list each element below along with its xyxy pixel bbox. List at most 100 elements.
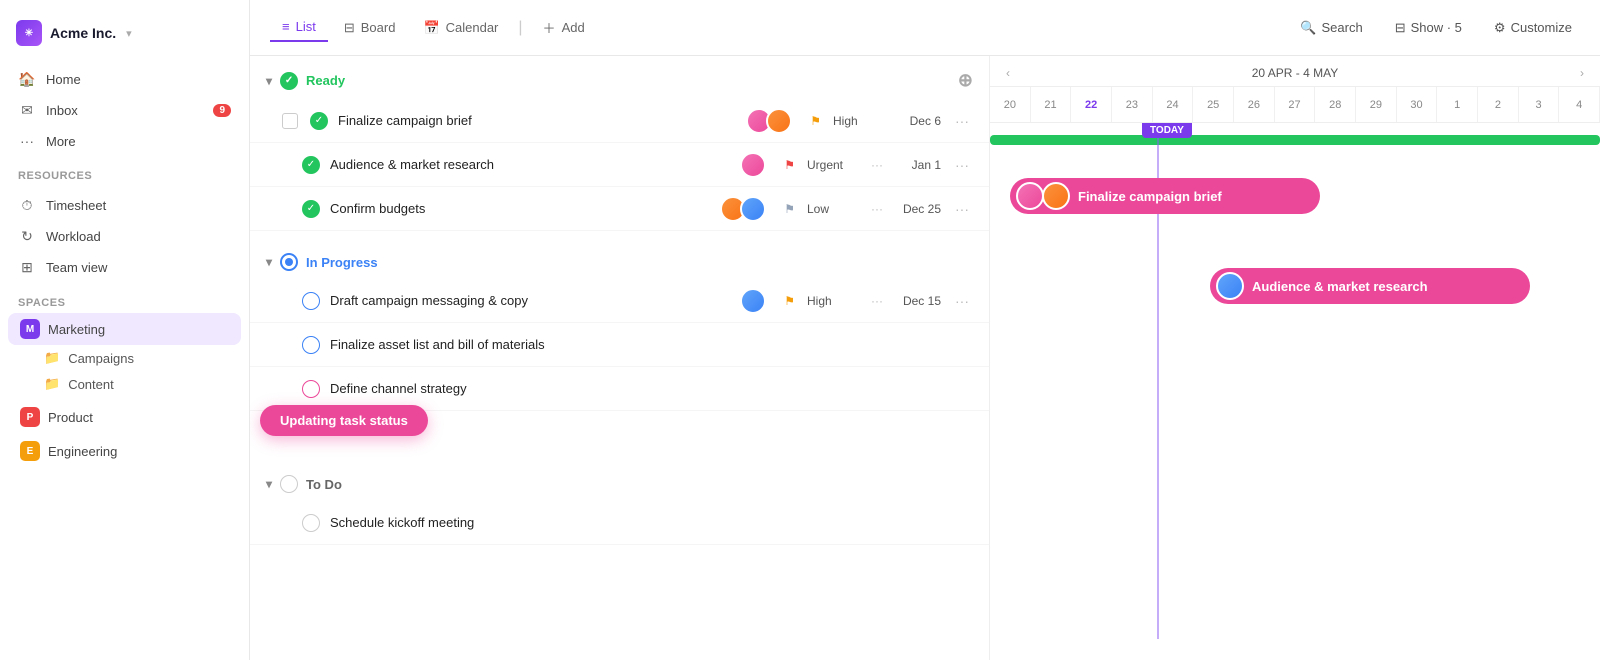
gantt-prev-icon[interactable]: ‹ [1006, 66, 1010, 80]
customize-label: Customize [1511, 20, 1572, 35]
task-status-inprog-4 [302, 292, 320, 310]
main-nav: 🏠 Home ✉ Inbox 9 ··· More [0, 60, 249, 160]
priority-flag-3: ⚑ [784, 202, 795, 216]
show-label: Show · 5 [1411, 20, 1462, 35]
show-icon: ⊟ [1395, 20, 1406, 36]
gantt-date-cell-23: 23 [1112, 87, 1153, 122]
task-menu-1[interactable]: ··· [951, 113, 973, 129]
team-view-icon: ⊞ [18, 259, 36, 276]
space-engineering[interactable]: E Engineering [8, 435, 241, 467]
main-content: ≡ List ⊟ Board 📅 Calendar | ＋ Add 🔍 Sear… [250, 0, 1600, 660]
space-product[interactable]: P Product [8, 401, 241, 433]
board-icon: ⊟ [344, 20, 355, 36]
resources-nav: ⏱ Timesheet ↻ Workload ⊞ Team view [0, 186, 249, 287]
priority-dots-2: ··· [871, 158, 883, 172]
calendar-icon: 📅 [423, 20, 439, 36]
task-name-6: Define channel strategy [330, 381, 973, 396]
avatar-2 [766, 108, 792, 134]
gantt-pill-1[interactable]: Finalize campaign brief [1010, 178, 1320, 214]
task-name-5: Finalize asset list and bill of material… [330, 337, 973, 352]
topbar: ≡ List ⊟ Board 📅 Calendar | ＋ Add 🔍 Sear… [250, 0, 1600, 56]
tab-board[interactable]: ⊟ Board [332, 14, 408, 42]
task-menu-2[interactable]: ··· [951, 157, 973, 173]
app-logo: ✳ [16, 20, 42, 46]
task-row: ✓ Confirm budgets ⚑ Low ··· Dec 25 ··· [250, 187, 989, 231]
gantt-pill-1-label: Finalize campaign brief [1078, 189, 1222, 204]
tab-add-label: Add [562, 20, 585, 35]
nav-inbox-label: Inbox [46, 103, 78, 118]
task-menu-3[interactable]: ··· [951, 201, 973, 217]
gantt-body: TODAY Finalize campaign brief Audience &… [990, 123, 1600, 639]
task-status-inprog-6[interactable] [302, 380, 320, 398]
task-date-1: Dec 6 [897, 114, 941, 128]
nav-timesheet-label: Timesheet [46, 198, 106, 213]
app-name: Acme Inc. [50, 25, 116, 41]
nav-more[interactable]: ··· More [8, 126, 241, 156]
group-ready-label: Ready [306, 73, 345, 88]
list-icon: ≡ [282, 19, 290, 34]
group-ready-add[interactable]: ⊕ [958, 70, 973, 91]
sidebar: ✳ Acme Inc. ▾ 🏠 Home ✉ Inbox 9 ··· More … [0, 0, 250, 660]
nav-team-view-label: Team view [46, 260, 107, 275]
group-ready-chevron[interactable]: ▾ [266, 74, 272, 88]
group-todo-chevron[interactable]: ▾ [266, 477, 272, 491]
task-row: ✓ Finalize campaign brief ⚑ High Dec 6 ·… [250, 99, 989, 143]
sub-campaigns[interactable]: 📁 Campaigns [8, 345, 241, 371]
nav-inbox[interactable]: ✉ Inbox 9 [8, 95, 241, 126]
task-status-inprog-5 [302, 336, 320, 354]
workload-icon: ↻ [18, 228, 36, 245]
search-icon: 🔍 [1300, 20, 1316, 36]
add-icon: ＋ [543, 18, 556, 37]
gantt-pill-2[interactable]: Audience & market research [1210, 268, 1530, 304]
priority-label-3: Low [807, 202, 861, 216]
task-checkbox-1[interactable] [282, 113, 298, 129]
priority-dots-4: ··· [871, 294, 883, 308]
tab-list[interactable]: ≡ List [270, 13, 328, 42]
task-row: Draft campaign messaging & copy ⚑ High ·… [250, 279, 989, 323]
show-button[interactable]: ⊟ Show · 5 [1387, 16, 1470, 40]
tab-add[interactable]: ＋ Add [531, 12, 597, 43]
gantt-pill-2-label: Audience & market research [1252, 279, 1428, 294]
sub-content[interactable]: 📁 Content [8, 371, 241, 397]
priority-flag-2: ⚑ [784, 158, 795, 172]
gantt-date-cell-1: 1 [1437, 87, 1478, 122]
gantt-date-cell-20: 20 [990, 87, 1031, 122]
nav-home[interactable]: 🏠 Home [8, 64, 241, 95]
gantt-date-cell-30: 30 [1397, 87, 1438, 122]
inbox-icon: ✉ [18, 102, 36, 119]
gantt-next-icon[interactable]: › [1580, 66, 1584, 80]
ready-status-icon: ✓ [280, 72, 298, 90]
nav-workload[interactable]: ↻ Workload [8, 221, 241, 252]
task-menu-4[interactable]: ··· [951, 293, 973, 309]
nav-timesheet[interactable]: ⏱ Timesheet [8, 190, 241, 221]
group-inprogress-chevron[interactable]: ▾ [266, 255, 272, 269]
space-engineering-icon: E [20, 441, 40, 461]
sub-campaigns-label: Campaigns [68, 351, 134, 366]
nav-team-view[interactable]: ⊞ Team view [8, 252, 241, 283]
search-button[interactable]: 🔍 Search [1292, 16, 1370, 40]
gantt-bar-green [990, 135, 1600, 145]
topbar-actions: 🔍 Search ⊟ Show · 5 ⚙ Customize [1292, 16, 1580, 40]
inprogress-status-icon [280, 253, 298, 271]
space-marketing[interactable]: M Marketing [8, 313, 241, 345]
group-ready-header: ▾ ✓ Ready ⊕ [250, 56, 989, 99]
avatar-6 [740, 288, 766, 314]
task-status-done-2: ✓ [302, 156, 320, 174]
customize-button[interactable]: ⚙ Customize [1486, 16, 1580, 40]
gantt-date-cell-25: 25 [1193, 87, 1234, 122]
priority-flag-4: ⚑ [784, 294, 795, 308]
gantt-date-cell-26: 26 [1234, 87, 1275, 122]
task-avatars-3 [720, 196, 766, 222]
task-name-3: Confirm budgets [330, 201, 710, 216]
dropdown-icon: ▾ [126, 27, 132, 40]
space-marketing-icon: M [20, 319, 40, 339]
group-inprogress-label: In Progress [306, 255, 378, 270]
space-product-icon: P [20, 407, 40, 427]
sidebar-header[interactable]: ✳ Acme Inc. ▾ [0, 14, 249, 60]
task-name-2: Audience & market research [330, 157, 730, 172]
gantt-date-cell-28: 28 [1315, 87, 1356, 122]
tab-calendar[interactable]: 📅 Calendar [411, 14, 510, 42]
more-icon: ··· [18, 133, 36, 149]
folder-icon-2: 📁 [44, 376, 60, 392]
list-panel: ▾ ✓ Ready ⊕ ✓ Finalize campaign brief ⚑ … [250, 56, 990, 660]
